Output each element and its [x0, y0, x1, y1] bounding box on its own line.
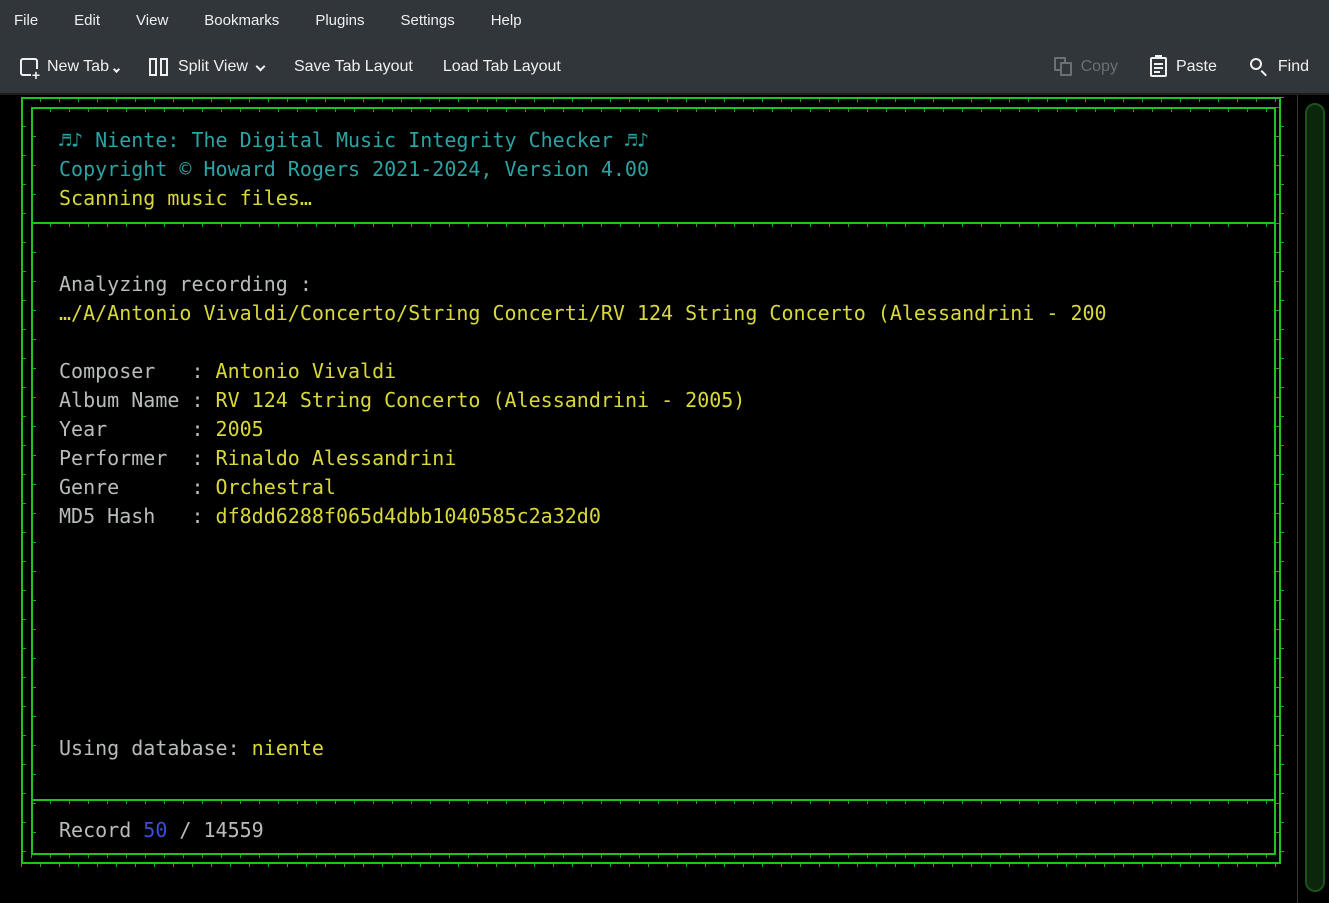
search-icon — [1249, 57, 1269, 77]
terminal-display[interactable]: ♬♪ Niente: The Digital Music Integrity C… — [0, 95, 1329, 903]
scan-status-line: Scanning music files… — [59, 184, 1272, 213]
menu-help[interactable]: Help — [491, 12, 522, 29]
meta-row-performer: Performer : Rinaldo Alessandrini — [59, 444, 1272, 473]
new-tab-icon: + — [20, 58, 38, 76]
inner-box-right-border — [1274, 107, 1276, 855]
paste-label: Paste — [1176, 58, 1217, 76]
menu-settings[interactable]: Settings — [401, 12, 455, 29]
menu-bookmarks[interactable]: Bookmarks — [204, 12, 279, 29]
recording-path-line: …/A/Antonio Vivaldi/Concerto/String Conc… — [59, 299, 1272, 328]
konsole-window: File Edit View Bookmarks Plugins Setting… — [0, 0, 1329, 903]
toolbar: + New Tab Split View Save Tab Layout Loa… — [0, 40, 1329, 95]
header-section: ♬♪ Niente: The Digital Music Integrity C… — [33, 109, 1272, 220]
menu-bar: File Edit View Bookmarks Plugins Setting… — [0, 0, 1329, 40]
outer-box-right-border — [1279, 97, 1281, 864]
inner-box-bottom-border — [31, 853, 1276, 855]
outer-box-left-border — [21, 97, 23, 864]
menu-edit[interactable]: Edit — [74, 12, 100, 29]
new-tab-label: New Tab — [47, 58, 109, 76]
copy-label: Copy — [1081, 58, 1118, 76]
header-divider — [31, 222, 1276, 224]
split-view-label: Split View — [178, 58, 248, 76]
record-current: 50 — [143, 818, 167, 842]
record-total: 14559 — [204, 818, 264, 842]
load-tab-layout-button[interactable]: Load Tab Layout — [443, 58, 561, 76]
copy-button[interactable]: Copy — [1054, 57, 1118, 76]
meta-row-genre: Genre : Orchestral — [59, 473, 1272, 502]
save-tab-layout-label: Save Tab Layout — [294, 58, 413, 76]
copyright-line: Copyright © Howard Rogers 2021-2024, Ver… — [59, 155, 1272, 184]
scrollbar-thumb[interactable] — [1305, 103, 1325, 892]
split-view-icon — [149, 58, 169, 76]
outer-box-bottom-border — [21, 862, 1281, 864]
paste-button[interactable]: Paste — [1150, 57, 1217, 77]
meta-row-album: Album Name : RV 124 String Concerto (Ale… — [59, 386, 1272, 415]
chevron-down-icon — [113, 65, 120, 72]
database-line: Using database: niente — [59, 734, 1272, 763]
save-tab-layout-button[interactable]: Save Tab Layout — [294, 58, 413, 76]
scrollbar-track-separator — [1297, 95, 1298, 903]
find-button[interactable]: Find — [1249, 57, 1309, 77]
outer-box-top-border — [21, 97, 1281, 99]
main-section: Analyzing recording : …/A/Antonio Vivald… — [33, 226, 1272, 799]
new-tab-button[interactable]: + New Tab — [20, 58, 119, 76]
meta-row-year: Year : 2005 — [59, 415, 1272, 444]
split-view-button[interactable]: Split View — [149, 58, 264, 76]
record-counter-line: Record 50 / 14559 — [59, 816, 1272, 845]
menu-plugins[interactable]: Plugins — [315, 12, 364, 29]
meta-row-composer: Composer : Antonio Vivaldi — [59, 357, 1272, 386]
analyzing-label-line: Analyzing recording : — [59, 270, 1272, 299]
paste-icon — [1150, 57, 1167, 77]
app-title-line: ♬♪ Niente: The Digital Music Integrity C… — [59, 126, 1272, 155]
status-divider — [31, 799, 1276, 801]
menu-view[interactable]: View — [136, 12, 168, 29]
meta-row-md5: MD5 Hash : df8dd6288f065d4dbb1040585c2a3… — [59, 502, 1272, 531]
load-tab-layout-label: Load Tab Layout — [443, 58, 561, 76]
find-label: Find — [1278, 58, 1309, 76]
blank-line — [59, 328, 1272, 357]
menu-file[interactable]: File — [14, 12, 38, 29]
copy-icon — [1054, 57, 1072, 76]
plus-glyph: + — [31, 69, 41, 81]
chevron-down-icon — [255, 62, 265, 72]
status-section: Record 50 / 14559 — [33, 803, 1272, 853]
